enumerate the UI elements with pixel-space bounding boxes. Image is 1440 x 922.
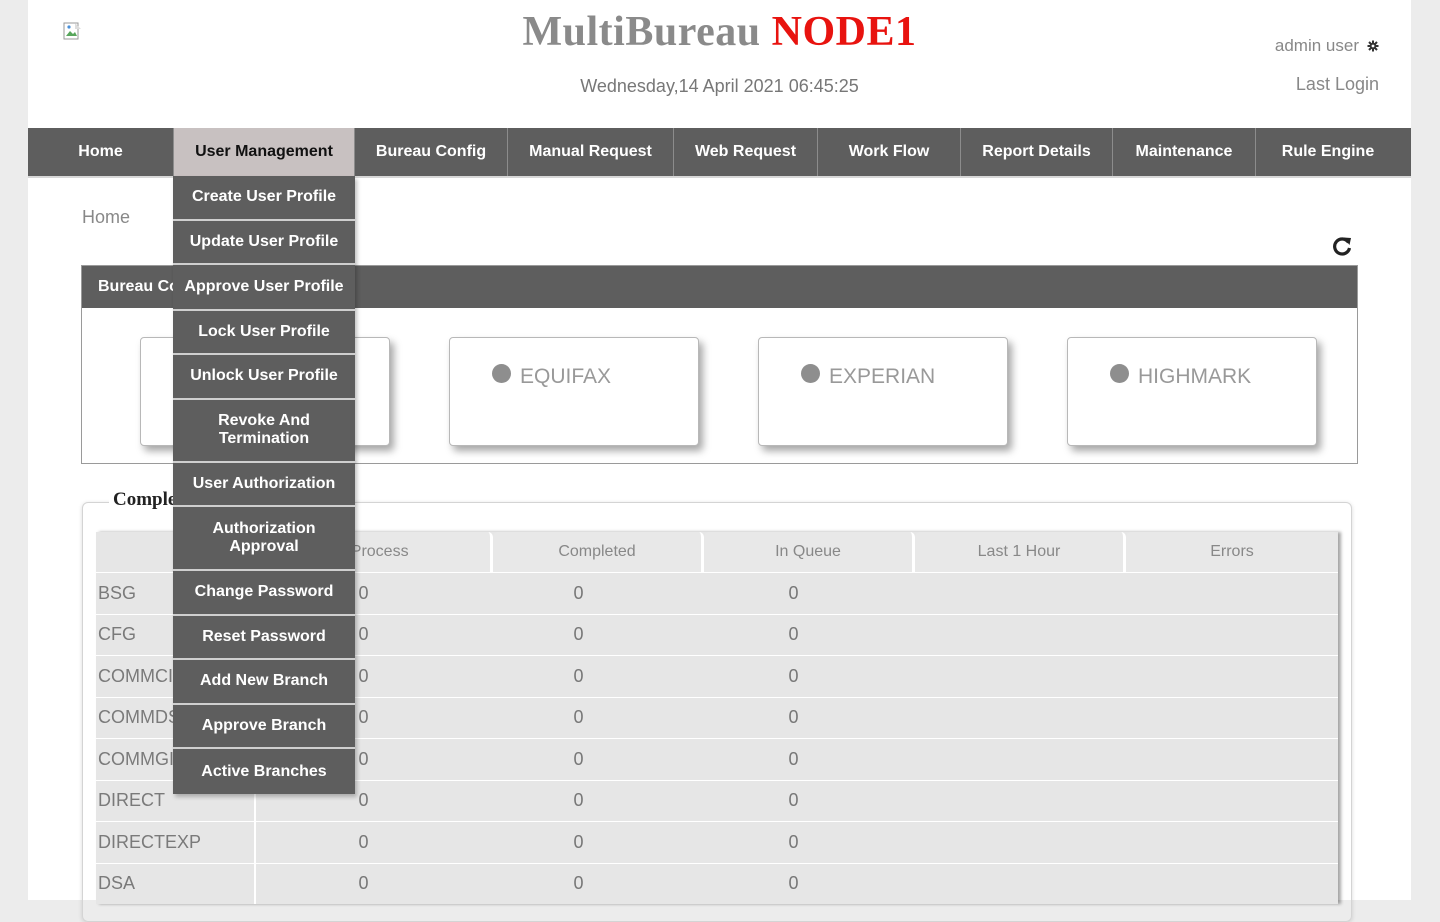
user-management-dropdown: Create User Profile Update User Profile Ap…: [173, 176, 355, 794]
row-in-queue: 0: [788, 624, 799, 645]
row-in-queue: 0: [788, 748, 799, 769]
bureau-card-name: EXPERIAN: [829, 365, 936, 388]
user-area: admin user Last Login: [1275, 36, 1379, 95]
current-datetime: Wednesday,14 April 2021 06:45:25: [580, 76, 859, 96]
menu-item-authorization-approval[interactable]: Authorization Approval: [173, 507, 355, 571]
row-completed: 0: [573, 790, 584, 811]
menu-item-reset-password[interactable]: Reset Password: [173, 616, 355, 660]
nav-report-details[interactable]: Report Details: [961, 128, 1113, 176]
app-title-name: MultiBureau: [522, 9, 761, 55]
nav-manual-request[interactable]: Manual Request: [508, 128, 674, 176]
column-header-in-queue[interactable]: In Queue: [704, 532, 915, 572]
row-in-process: 0: [358, 873, 369, 894]
bureau-card-equifax[interactable]: EQUIFAX: [449, 337, 699, 446]
row-name: DIRECTEXP: [96, 822, 256, 863]
column-header-last-1-hour[interactable]: Last 1 Hour: [915, 532, 1126, 572]
menu-item-approve-user-profile[interactable]: Approve User Profile: [173, 265, 355, 311]
menu-item-change-password[interactable]: Change Password: [173, 571, 355, 616]
status-dot-icon: [801, 364, 820, 383]
menu-item-user-authorization[interactable]: User Authorization: [173, 463, 355, 507]
user-menu[interactable]: admin user: [1275, 36, 1379, 56]
menu-item-lock-user-profile[interactable]: Lock User Profile: [173, 311, 355, 355]
menu-item-approve-branch[interactable]: Approve Branch: [173, 705, 355, 749]
nav-work-flow[interactable]: Work Flow: [818, 128, 961, 176]
row-in-queue: 0: [788, 831, 799, 852]
row-in-queue: 0: [788, 582, 799, 603]
user-name: admin user: [1274, 36, 1359, 55]
app-title-node: NODE1: [771, 9, 917, 55]
row-completed: 0: [573, 665, 584, 686]
menu-item-active-branches[interactable]: Active Branches: [173, 749, 355, 794]
row-completed: 0: [573, 624, 584, 645]
nav-maintenance[interactable]: Maintenance: [1113, 128, 1256, 176]
bureau-card-name: EQUIFAX: [520, 365, 612, 388]
nav-web-request[interactable]: Web Request: [674, 128, 818, 176]
row-completed: 0: [573, 873, 584, 894]
menu-item-unlock-user-profile[interactable]: Unlock User Profile: [173, 355, 355, 400]
gear-icon[interactable]: [1367, 40, 1379, 52]
column-header-errors[interactable]: Errors: [1126, 532, 1338, 572]
row-in-queue: 0: [788, 665, 799, 686]
row-name: DSA: [96, 863, 256, 904]
menu-item-add-new-branch[interactable]: Add New Branch: [173, 660, 355, 705]
refresh-icon[interactable]: [1330, 234, 1354, 258]
bureau-card-name: HIGHMARK: [1138, 365, 1252, 388]
row-completed: 0: [573, 748, 584, 769]
row-in-process: 0: [358, 831, 369, 852]
menu-item-update-user-profile[interactable]: Update User Profile: [173, 221, 355, 265]
menu-item-revoke-and-termination[interactable]: Revoke And Termination: [173, 400, 355, 463]
row-completed: 0: [573, 582, 584, 603]
completion-panel-legend: Comple: [109, 489, 181, 511]
menu-item-create-user-profile[interactable]: Create User Profile: [173, 176, 355, 221]
page: MultiBureau NODE1 Wednesday,14 April 202…: [28, 0, 1411, 922]
row-completed: 0: [573, 707, 584, 728]
row-in-queue: 0: [788, 790, 799, 811]
nav-rule-engine[interactable]: Rule Engine: [1256, 128, 1400, 176]
row-in-queue: 0: [788, 873, 799, 894]
nav-user-management[interactable]: User Management: [174, 128, 355, 176]
row-completed: 0: [573, 831, 584, 852]
status-dot-icon: [1110, 364, 1129, 383]
table-row: DIRECTEXP 0 0 0: [96, 821, 1338, 863]
bureau-card-experian[interactable]: EXPERIAN: [758, 337, 1008, 446]
nav-home[interactable]: Home: [28, 128, 174, 176]
main-nav: Home User Management Bureau Config Manua…: [28, 128, 1411, 178]
status-dot-icon: [492, 364, 511, 383]
table-row: DSA 0 0 0: [96, 862, 1338, 904]
last-login-link[interactable]: Last Login: [1275, 74, 1379, 95]
breadcrumb[interactable]: Home: [82, 207, 130, 228]
column-header-completed[interactable]: Completed: [493, 532, 704, 572]
nav-bureau-config[interactable]: Bureau Config: [355, 128, 508, 176]
bureau-card-highmark[interactable]: HIGHMARK: [1067, 337, 1317, 446]
app-title: MultiBureau NODE1: [28, 8, 1411, 56]
row-in-queue: 0: [788, 707, 799, 728]
